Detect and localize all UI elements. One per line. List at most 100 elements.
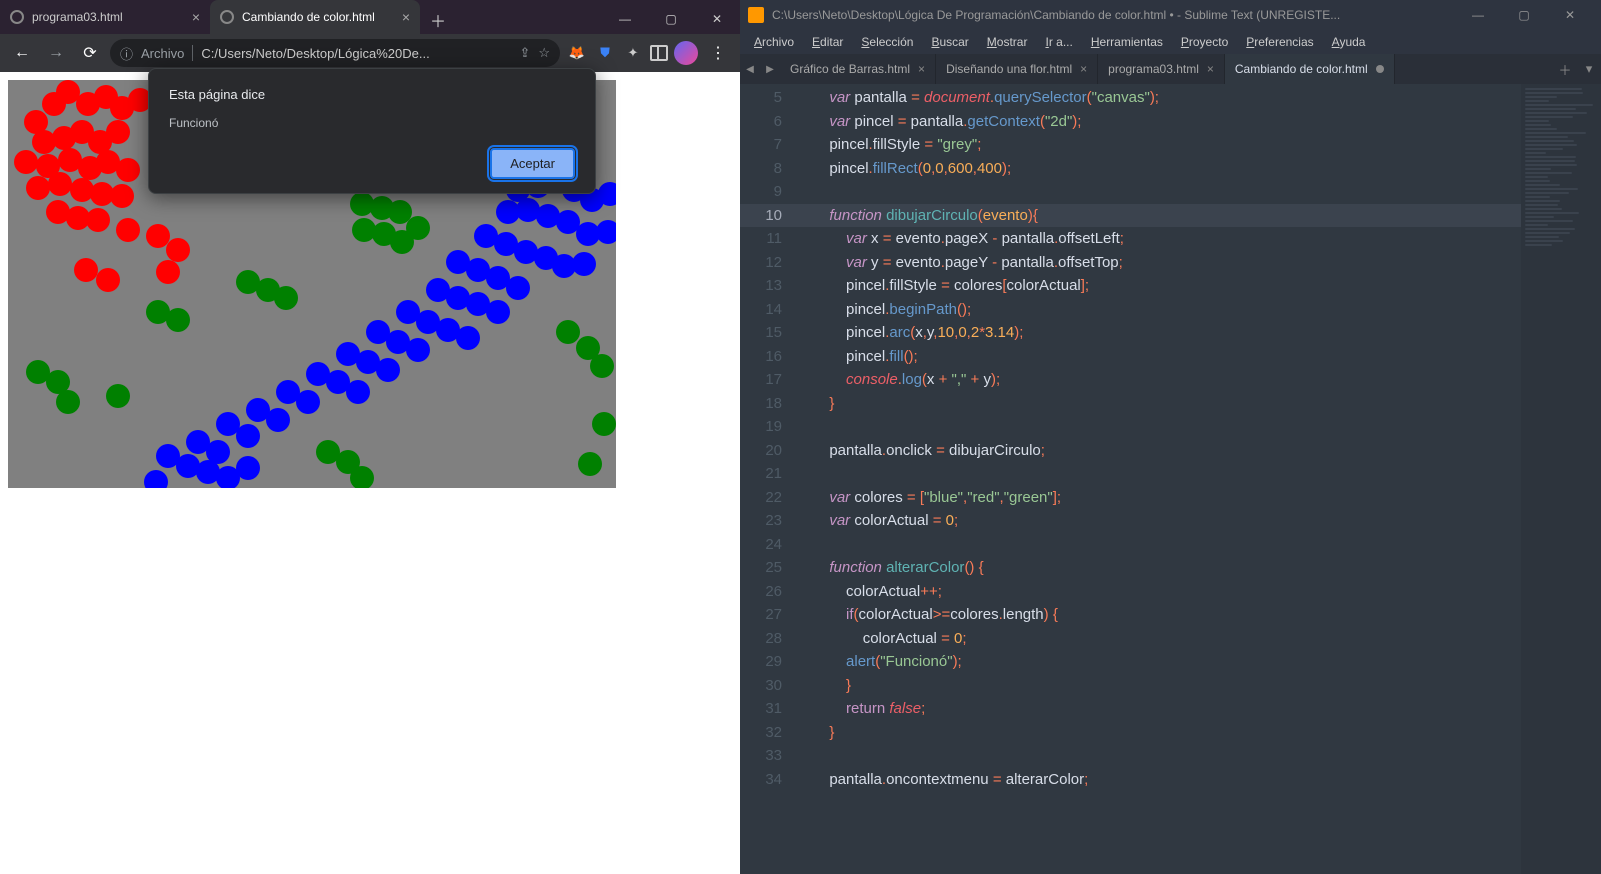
tab-close-icon[interactable]: ×: [1080, 62, 1087, 76]
menu-item[interactable]: Herramientas: [1083, 33, 1171, 51]
tab-close-icon[interactable]: ×: [918, 62, 925, 76]
circle-dot: [572, 252, 596, 276]
code-line: }: [796, 721, 1521, 745]
code-line: pincel.fillStyle = colores[colorActual];: [796, 274, 1521, 298]
circle-dot: [556, 320, 580, 344]
new-tab-button[interactable]: ＋: [424, 6, 452, 34]
panel-toggle-icon[interactable]: [650, 45, 668, 61]
line-number: 17: [740, 368, 782, 392]
forward-button[interactable]: →: [42, 39, 70, 67]
minimize-button[interactable]: —: [1455, 0, 1501, 30]
line-number: 30: [740, 674, 782, 698]
editor-tab[interactable]: Cambiando de color.html: [1225, 54, 1395, 84]
code-line: pincel.arc(x,y,10,0,2*3.14);: [796, 321, 1521, 345]
line-number: 18: [740, 392, 782, 416]
circle-dot: [56, 390, 80, 414]
line-number: 6: [740, 110, 782, 134]
menu-item[interactable]: Proyecto: [1173, 33, 1236, 51]
code-area[interactable]: var pantalla = document.querySelector("c…: [796, 84, 1521, 874]
line-number: 31: [740, 697, 782, 721]
circle-dot: [456, 326, 480, 350]
circle-dot: [350, 466, 374, 488]
code-line: var colores = ["blue","red","green"];: [796, 486, 1521, 510]
browser-tab[interactable]: Cambiando de color.html×: [210, 0, 420, 34]
sublime-tabrow: ◀ ▶ Gráfico de Barras.html×Diseñando una…: [740, 54, 1601, 84]
info-icon: ⓘ: [120, 44, 133, 63]
share-icon[interactable]: ⇪: [519, 45, 530, 61]
circle-dot: [96, 268, 120, 292]
tab-add-button[interactable]: ＋: [1553, 60, 1577, 79]
line-number: 23: [740, 509, 782, 533]
menu-item[interactable]: Selección: [853, 33, 921, 51]
address-bar[interactable]: ⓘ Archivo C:/Users/Neto/Desktop/Lógica%2…: [110, 39, 560, 67]
line-number: 29: [740, 650, 782, 674]
metamask-icon[interactable]: 🦊: [566, 42, 588, 64]
code-line: function alterarColor() {: [796, 556, 1521, 580]
maximize-button[interactable]: ▢: [1501, 0, 1547, 30]
tab-close-icon[interactable]: ×: [192, 9, 200, 25]
menu-item[interactable]: Mostrar: [979, 33, 1036, 51]
address-scheme: Archivo: [141, 46, 184, 61]
circle-dot: [110, 184, 134, 208]
tab-dropdown-button[interactable]: ▾: [1577, 61, 1601, 77]
profile-avatar[interactable]: [674, 41, 698, 65]
menu-item[interactable]: Buscar: [923, 33, 976, 51]
close-button[interactable]: ✕: [1547, 0, 1593, 30]
line-number: 11: [740, 227, 782, 251]
close-button[interactable]: ✕: [694, 4, 740, 34]
line-number: 15: [740, 321, 782, 345]
bookmark-icon[interactable]: ☆: [538, 45, 550, 61]
extensions-icon[interactable]: ✦: [622, 42, 644, 64]
circle-dot: [166, 308, 190, 332]
code-line: var pantalla = document.querySelector("c…: [796, 86, 1521, 110]
code-line: pincel.fillStyle = "grey";: [796, 133, 1521, 157]
menu-item[interactable]: Archivo: [746, 33, 802, 51]
minimap[interactable]: [1521, 84, 1601, 874]
shield-icon[interactable]: ⛊: [594, 42, 616, 64]
editor-tab[interactable]: Gráfico de Barras.html×: [780, 54, 936, 84]
circle-dot: [48, 172, 72, 196]
editor-tab[interactable]: Diseñando una flor.html×: [936, 54, 1098, 84]
circle-dot: [26, 176, 50, 200]
circle-dot: [578, 452, 602, 476]
reload-button[interactable]: ⟳: [76, 39, 104, 67]
menu-item[interactable]: Ir a...: [1037, 33, 1080, 51]
editor-tab[interactable]: programa03.html×: [1098, 54, 1225, 84]
code-line: if(colorActual>=colores.length) {: [796, 603, 1521, 627]
sublime-logo-icon: [748, 7, 764, 23]
separator: [192, 45, 193, 61]
circle-dot: [74, 258, 98, 282]
alert-title: Esta página dice: [169, 87, 575, 102]
js-alert-dialog: Esta página dice Funcionó Aceptar: [148, 68, 596, 194]
code-line: colorActual++;: [796, 580, 1521, 604]
tab-history-back[interactable]: ◀: [740, 54, 760, 84]
tab-history-forward[interactable]: ▶: [760, 54, 780, 84]
tab-close-icon[interactable]: ×: [402, 9, 410, 25]
circle-dot: [296, 390, 320, 414]
line-number: 32: [740, 721, 782, 745]
line-gutter: 5678910111213141516171819202122232425262…: [740, 84, 796, 874]
code-line: var x = evento.pageX - pantalla.offsetLe…: [796, 227, 1521, 251]
chrome-tabstrip: programa03.html×Cambiando de color.html×…: [0, 0, 740, 34]
circle-dot: [390, 230, 414, 254]
menu-item[interactable]: Editar: [804, 33, 851, 51]
circle-dot: [346, 380, 370, 404]
line-number: 7: [740, 133, 782, 157]
menu-item[interactable]: Ayuda: [1324, 33, 1374, 51]
circle-dot: [156, 260, 180, 284]
line-number: 34: [740, 768, 782, 792]
minimize-button[interactable]: —: [602, 4, 648, 34]
code-line: function dibujarCirculo(evento){: [796, 204, 1521, 228]
menu-item[interactable]: Preferencias: [1238, 33, 1321, 51]
alert-ok-button[interactable]: Aceptar: [490, 148, 575, 179]
tab-close-icon[interactable]: ×: [1207, 62, 1214, 76]
back-button[interactable]: ←: [8, 39, 36, 67]
browser-tab[interactable]: programa03.html×: [0, 0, 210, 34]
menu-button[interactable]: ⋮: [704, 39, 732, 67]
line-number: 12: [740, 251, 782, 275]
line-number: 22: [740, 486, 782, 510]
code-line: var pincel = pantalla.getContext("2d");: [796, 110, 1521, 134]
maximize-button[interactable]: ▢: [648, 4, 694, 34]
line-number: 10: [740, 204, 796, 228]
code-line: [796, 744, 1521, 768]
